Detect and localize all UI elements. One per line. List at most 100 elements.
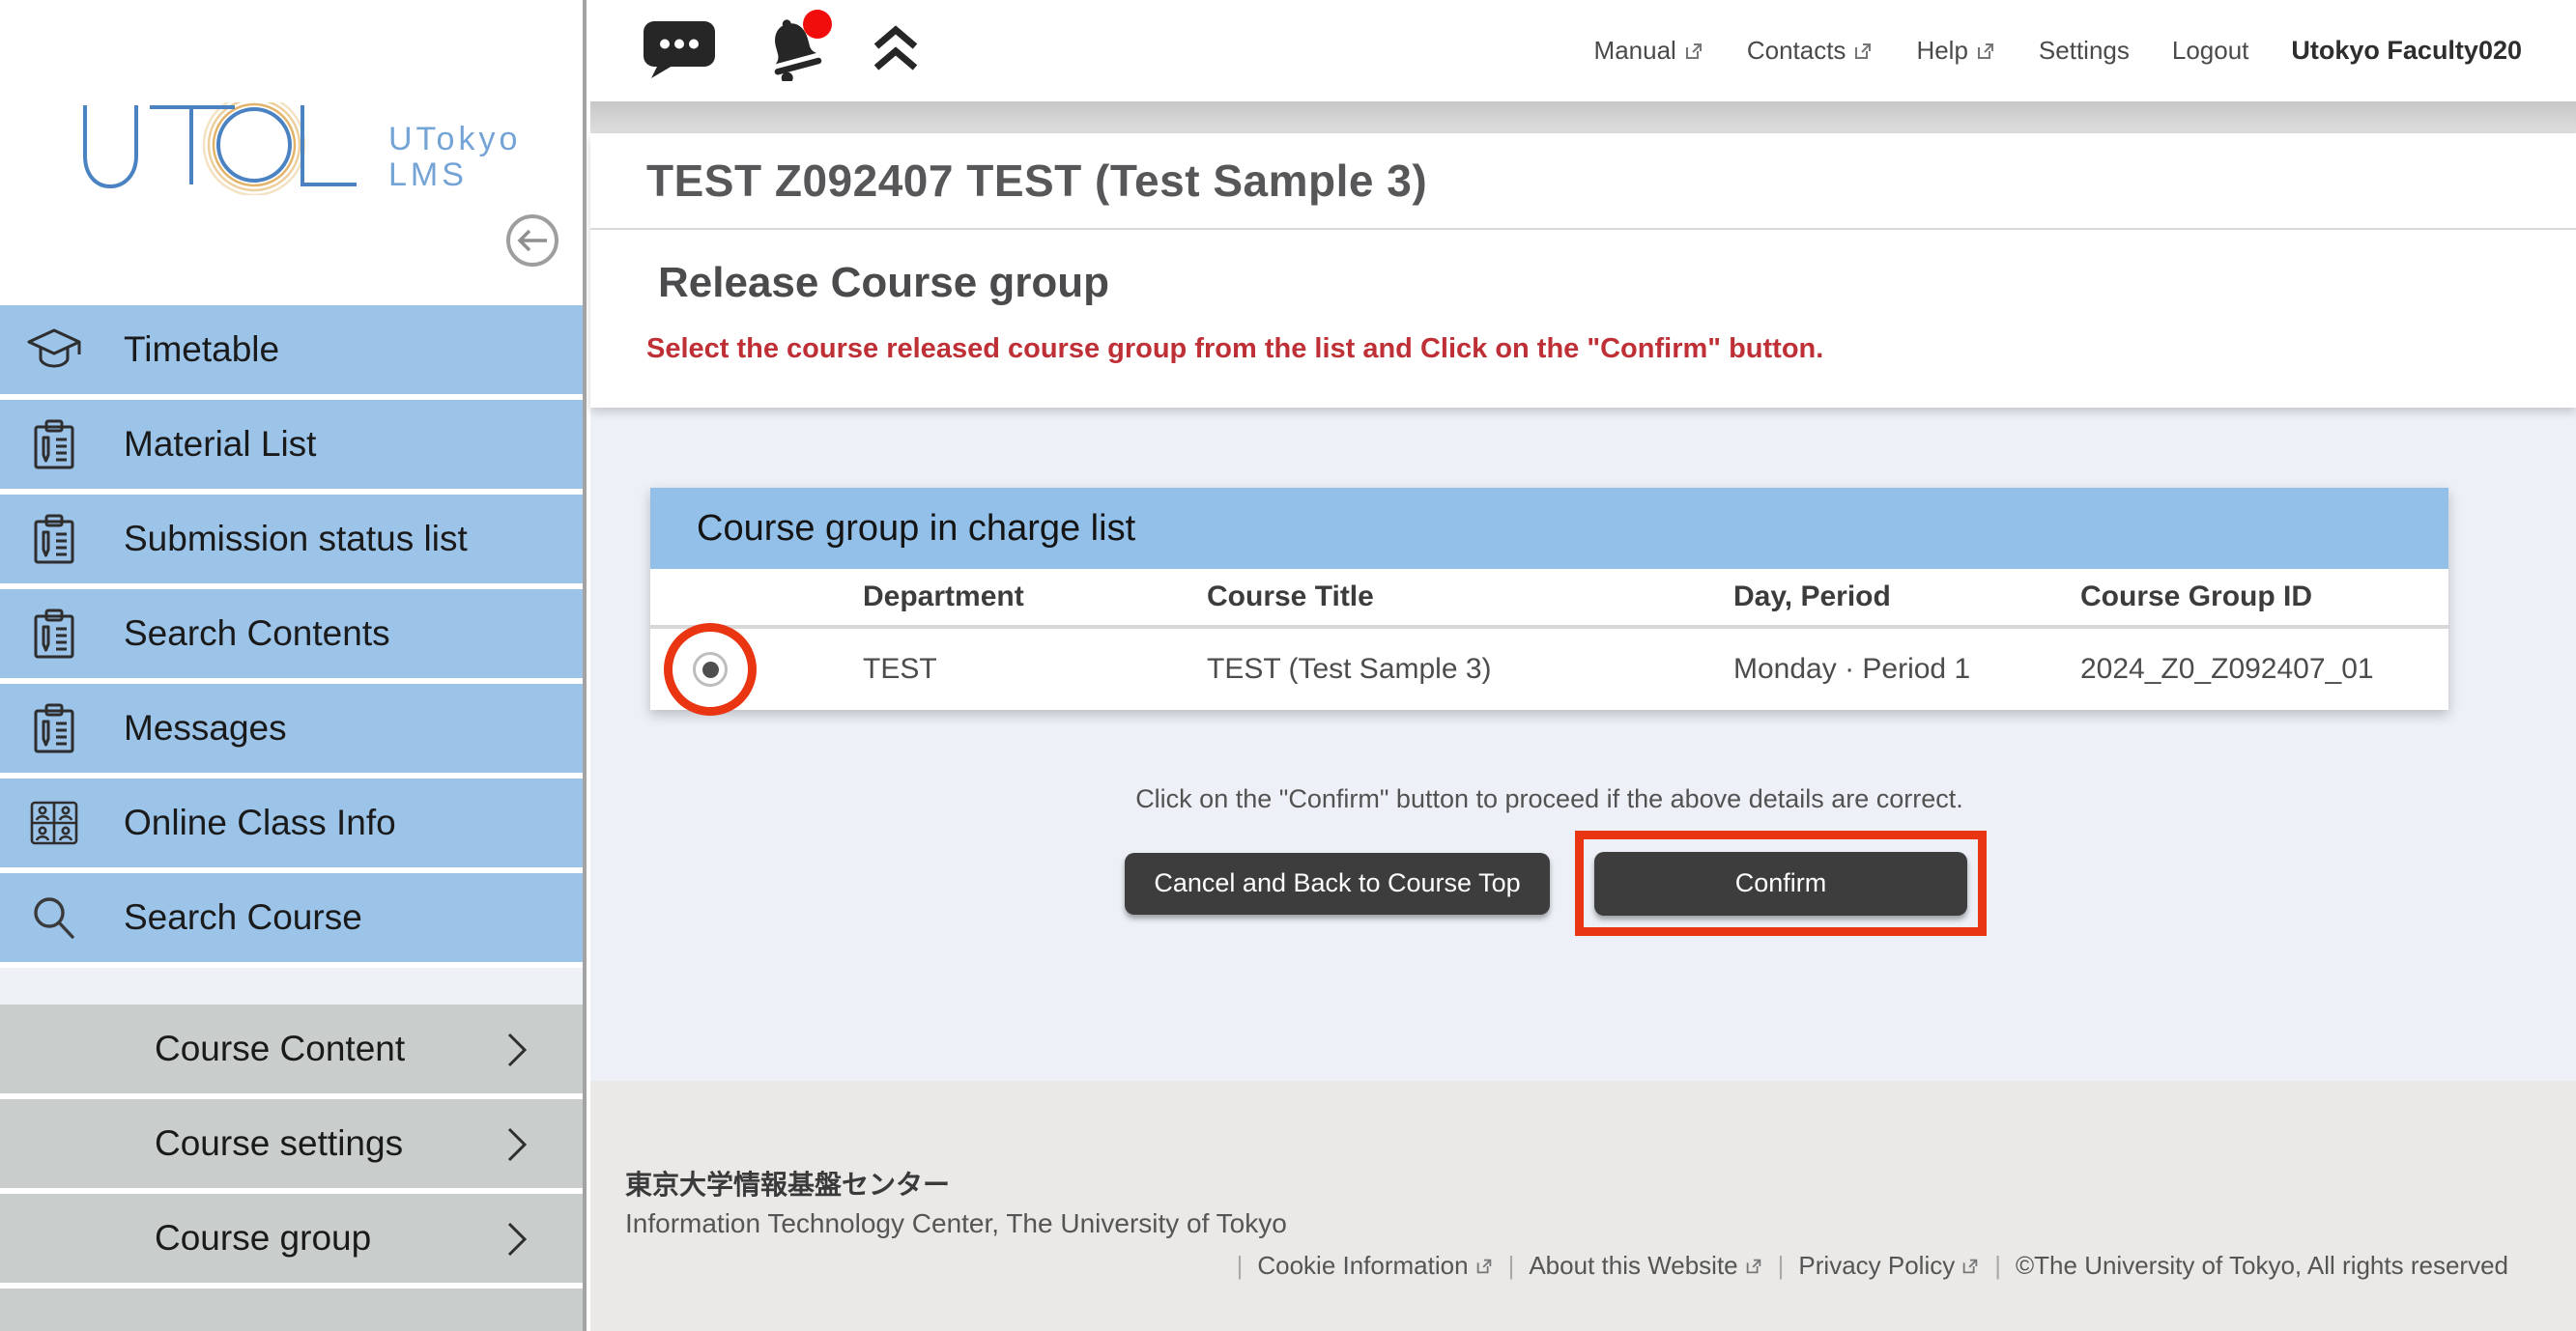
main-area: Manual Contacts Help [590,0,2576,1331]
cell-department: TEST [863,653,1207,686]
annotation-rectangle-confirm: Confirm [1575,831,1987,936]
sidebar-item-label: Search Course [124,897,362,938]
table-row: TEST TEST (Test Sample 3) Monday · Perio… [650,629,2448,710]
course-group-table: Course group in charge list Department C… [650,488,2448,710]
sidebar-item-timetable[interactable]: Timetable [0,305,583,394]
sidebar-group-label: Course Content [155,1029,405,1069]
sidebar-collapse-button[interactable] [506,214,558,267]
sidebar-item-search-contents[interactable]: Search Contents [0,589,583,678]
sidebar-group-partial [0,1289,583,1331]
table-title: Course group in charge list [697,508,1135,550]
chevron-right-icon [505,1221,529,1262]
utol-lms-screen: UTokyo LMS Timetable [0,0,2576,1331]
user-name: Utokyo Faculty020 [2291,36,2522,66]
topbar: Manual Contacts Help [590,0,2576,101]
sidebar-section-gap [0,968,583,1005]
cell-course-title: TEST (Test Sample 3) [1207,653,1733,686]
utol-logo [82,102,372,195]
page-title: TEST Z092407 TEST (Test Sample 3) [646,155,1427,207]
separator: | [1237,1251,1244,1281]
sidebar-item-material-list[interactable]: Material List [0,400,583,489]
column-header: Day, Period [1733,581,2080,613]
release-section: Release Course group Select the course r… [590,230,2576,408]
sidebar-item-submission-status-list[interactable]: Submission status list [0,495,583,583]
sidebar-item-label: Online Class Info [124,803,396,843]
confirm-note: Click on the "Confirm" button to proceed… [650,784,2448,814]
sidebar-item-search-course[interactable]: Search Course [0,873,583,962]
clipboard-icon [0,608,108,660]
nav-settings[interactable]: Settings [2039,36,2130,66]
header-separator-band [590,101,2576,133]
magnifier-icon [0,892,108,943]
sidebar-item-label: Timetable [124,329,279,370]
topbar-nav: Manual Contacts Help [1594,36,2522,66]
buttons-row: Cancel and Back to Course Top Confirm [1125,831,1987,936]
separator: | [1994,1251,2001,1281]
table-header-row: Department Course Title Day, Period Cour… [650,569,2448,629]
sidebar-group-label: Course group [155,1218,371,1259]
external-link-icon [1744,1257,1763,1276]
notification-badge [803,10,832,39]
clipboard-icon [0,418,108,470]
separator: | [1778,1251,1785,1281]
sidebar-item-messages[interactable]: Messages [0,684,583,773]
chevron-right-icon [505,1032,529,1073]
column-header: Department [863,581,1207,613]
logo-subtitle: UTokyo LMS [388,122,521,193]
online-class-icon [0,799,108,847]
sidebar-item-label: Messages [124,708,287,749]
sidebar: UTokyo LMS Timetable [0,0,587,1331]
footer-link-privacy-policy[interactable]: Privacy Policy [1798,1251,1980,1281]
footer-link-about-this-website[interactable]: About this Website [1529,1251,1762,1281]
external-link-icon [1961,1257,1980,1276]
sidebar-group-label: Course settings [155,1123,403,1164]
clipboard-icon [0,702,108,754]
footer-link-cookie-information[interactable]: Cookie Information [1257,1251,1493,1281]
notification-bell-icon[interactable] [762,15,824,86]
external-link-icon [1474,1257,1494,1276]
radio-cell [650,652,863,687]
course-group-radio[interactable] [693,652,728,687]
column-header: Course Title [1207,581,1733,613]
separator: | [1508,1251,1515,1281]
external-link-icon [1975,41,1996,62]
instruction-text: Select the course released course group … [646,333,2576,365]
sidebar-group-course-content[interactable]: Course Content [0,1005,583,1093]
sidebar-item-label: Submission status list [124,519,468,559]
page-title-row: TEST Z092407 TEST (Test Sample 3) [590,133,2576,230]
nav-manual[interactable]: Manual [1594,36,1704,66]
sidebar-item-label: Material List [124,424,316,465]
footer-org-jp: 東京大学情報基盤センター [625,1164,950,1203]
chevron-right-icon [505,1126,529,1168]
sidebar-item-label: Search Contents [124,613,390,654]
collapse-up-icon[interactable] [871,25,921,76]
title-card: TEST Z092407 TEST (Test Sample 3) Releas… [590,133,2576,408]
external-link-icon [1852,41,1874,62]
cell-day-period: Monday · Period 1 [1733,653,2080,686]
chat-icon[interactable] [643,18,716,83]
section-title: Release Course group [658,259,2576,307]
footer-links: | Cookie Information | About this Websit… [1237,1251,2508,1281]
sidebar-item-online-class-info[interactable]: Online Class Info [0,779,583,867]
radio-selected-dot [702,662,719,678]
column-header: Course Group ID [2080,581,2448,613]
cancel-button[interactable]: Cancel and Back to Course Top [1125,853,1550,915]
footer-org-en: Information Technology Center, The Unive… [625,1208,1287,1239]
logo-area: UTokyo LMS [0,0,583,305]
sidebar-group-course-settings[interactable]: Course settings [0,1099,583,1188]
cell-course-group-id: 2024_Z0_Z092407_01 [2080,653,2448,686]
graduation-cap-icon [0,326,108,374]
table-title-bar: Course group in charge list [650,488,2448,569]
confirm-button[interactable]: Confirm [1594,852,1967,916]
topbar-icons [643,15,921,86]
clipboard-icon [0,513,108,565]
external-link-icon [1683,41,1704,62]
sidebar-group-course-group[interactable]: Course group [0,1194,583,1283]
nav-logout[interactable]: Logout [2172,36,2249,66]
nav-help[interactable]: Help [1916,36,1995,66]
nav-contacts[interactable]: Contacts [1747,36,1875,66]
arrow-left-icon [516,227,549,254]
footer: 東京大学情報基盤センター Information Technology Cent… [590,1081,2576,1331]
content-area: Course group in charge list Department C… [590,408,2576,1081]
footer-copyright: ©The University of Tokyo, All rights res… [2016,1251,2508,1281]
